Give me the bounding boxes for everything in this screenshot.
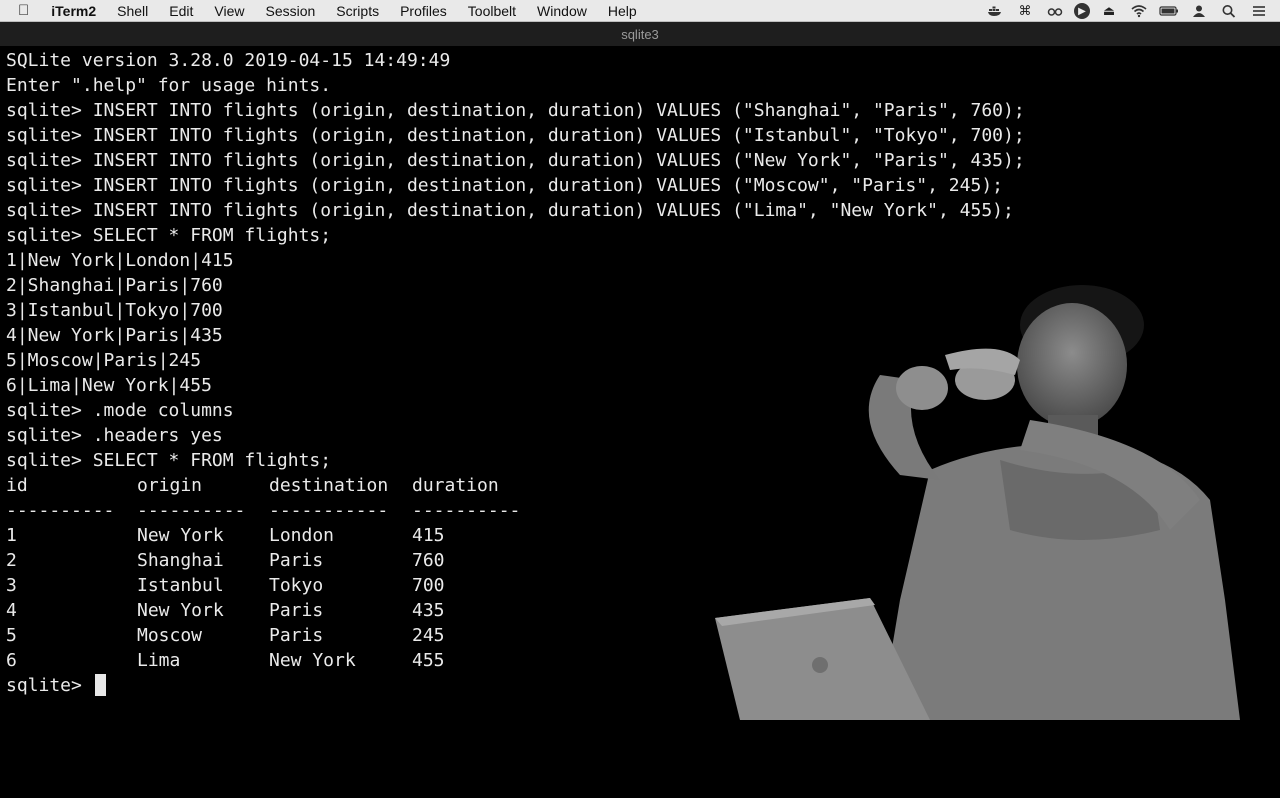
menu-help[interactable]: Help bbox=[608, 3, 637, 19]
terminal-line: 4|New York|Paris|435 bbox=[6, 325, 223, 346]
table-header-duration: duration bbox=[412, 475, 499, 496]
table-cell: Shanghai bbox=[137, 550, 224, 571]
terminal-line: SQLite version 3.28.0 2019-04-15 14:49:4… bbox=[6, 50, 451, 71]
terminal-line: 1|New York|London|415 bbox=[6, 250, 234, 271]
table-cell: Paris bbox=[269, 600, 324, 621]
menu-session[interactable]: Session bbox=[265, 3, 315, 19]
terminal-line: sqlite> SELECT * FROM flights; bbox=[6, 225, 332, 246]
wifi-icon[interactable] bbox=[1128, 3, 1150, 19]
terminal-line: sqlite> INSERT INTO flights (origin, des… bbox=[6, 125, 1025, 146]
table-cell: New York bbox=[269, 650, 356, 671]
table-cell: 455 bbox=[412, 650, 445, 671]
table-separator: ---------- bbox=[137, 500, 246, 521]
terminal-line: 2|Shanghai|Paris|760 bbox=[6, 275, 223, 296]
eject-icon[interactable]: ⏏ bbox=[1098, 3, 1120, 19]
table-row: 6 Lima New York 455 bbox=[6, 648, 1274, 673]
table-cell: Istanbul bbox=[137, 575, 224, 596]
table-cell: New York bbox=[137, 525, 224, 546]
table-header-id: id bbox=[6, 475, 28, 496]
table-cell: 4 bbox=[6, 600, 17, 621]
menu-window[interactable]: Window bbox=[537, 3, 587, 19]
menu-bar:  iTerm2 Shell Edit View Session Scripts… bbox=[0, 0, 1280, 22]
menu-app-name[interactable]: iTerm2 bbox=[51, 3, 96, 19]
table-row: 1 New York London 415 bbox=[6, 523, 1274, 548]
table-cell: Paris bbox=[269, 550, 324, 571]
table-cell: 6 bbox=[6, 650, 17, 671]
menu-profiles[interactable]: Profiles bbox=[400, 3, 447, 19]
list-icon[interactable] bbox=[1248, 3, 1270, 19]
table-cell: 245 bbox=[412, 625, 445, 646]
apple-icon[interactable]:  bbox=[18, 2, 29, 19]
terminal-line: sqlite> INSERT INTO flights (origin, des… bbox=[6, 100, 1025, 121]
terminal-line: sqlite> INSERT INTO flights (origin, des… bbox=[6, 200, 1014, 221]
terminal-line: 6|Lima|New York|455 bbox=[6, 375, 212, 396]
table-cell: 2 bbox=[6, 550, 17, 571]
table-cell: 3 bbox=[6, 575, 17, 596]
menu-view[interactable]: View bbox=[214, 3, 244, 19]
table-cell: 1 bbox=[6, 525, 17, 546]
menu-toolbelt[interactable]: Toolbelt bbox=[468, 3, 516, 19]
play-circle-icon[interactable]: ▶ bbox=[1074, 3, 1090, 19]
menu-shell[interactable]: Shell bbox=[117, 3, 148, 19]
table-cell: London bbox=[269, 525, 335, 546]
terminal-line: sqlite> INSERT INTO flights (origin, des… bbox=[6, 150, 1025, 171]
table-cell: 435 bbox=[412, 600, 445, 621]
terminal-output[interactable]: SQLite version 3.28.0 2019-04-15 14:49:4… bbox=[6, 48, 1274, 716]
command-icon[interactable]: ⌘ bbox=[1014, 3, 1036, 19]
table-cell: New York bbox=[137, 600, 224, 621]
terminal-line: 3|Istanbul|Tokyo|700 bbox=[6, 300, 223, 321]
table-header-origin: origin bbox=[137, 475, 203, 496]
table-cell: 760 bbox=[412, 550, 445, 571]
user-icon[interactable] bbox=[1188, 3, 1210, 19]
table-cell: Paris bbox=[269, 625, 324, 646]
glasses-icon[interactable] bbox=[1044, 3, 1066, 19]
search-icon[interactable] bbox=[1218, 3, 1240, 19]
text-cursor bbox=[94, 674, 106, 696]
window-title-bar[interactable]: sqlite3 bbox=[0, 22, 1280, 46]
menu-scripts[interactable]: Scripts bbox=[336, 3, 379, 19]
terminal-line: sqlite> .headers yes bbox=[6, 425, 223, 446]
terminal-line: sqlite> INSERT INTO flights (origin, des… bbox=[6, 175, 1003, 196]
table-separator: ---------- bbox=[412, 500, 521, 521]
table-header-row: id origin destination duration bbox=[6, 473, 1274, 498]
table-row: 4 New York Paris 435 bbox=[6, 598, 1274, 623]
table-row: 2 Shanghai Paris 760 bbox=[6, 548, 1274, 573]
terminal-line: sqlite> SELECT * FROM flights; bbox=[6, 450, 332, 471]
table-cell: 5 bbox=[6, 625, 17, 646]
table-cell: Tokyo bbox=[269, 575, 324, 596]
table-separator: ---------- bbox=[6, 500, 115, 521]
table-row: 3 Istanbul Tokyo 700 bbox=[6, 573, 1274, 598]
table-cell: Lima bbox=[137, 650, 181, 671]
prompt-line[interactable]: sqlite> bbox=[6, 673, 1274, 698]
window-title: sqlite3 bbox=[621, 26, 659, 42]
docker-icon[interactable] bbox=[984, 3, 1006, 19]
terminal-line: sqlite> .mode columns bbox=[6, 400, 234, 421]
table-cell: 415 bbox=[412, 525, 445, 546]
table-header-destination: destination bbox=[269, 475, 389, 496]
table-separator-row: ---------- ---------- ----------- ------… bbox=[6, 498, 1274, 523]
terminal-line: 5|Moscow|Paris|245 bbox=[6, 350, 202, 371]
table-cell: Moscow bbox=[137, 625, 203, 646]
table-cell: 700 bbox=[412, 575, 445, 596]
table-separator: ----------- bbox=[269, 500, 389, 521]
table-row: 5 Moscow Paris 245 bbox=[6, 623, 1274, 648]
battery-icon[interactable] bbox=[1158, 3, 1180, 19]
menu-edit[interactable]: Edit bbox=[169, 3, 193, 19]
terminal-line: Enter ".help" for usage hints. bbox=[6, 75, 332, 96]
